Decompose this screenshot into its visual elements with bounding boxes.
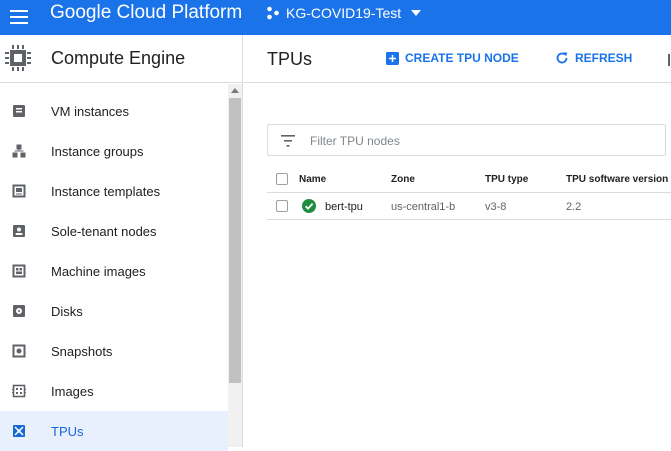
menu-icon[interactable] [7,5,31,29]
sidebar-item-vm-instances[interactable]: VM instances [0,91,228,131]
scrollbar-thumb[interactable] [229,98,241,383]
tpu-zone: us-central1-b [391,201,456,213]
overflow-action-edge[interactable] [668,54,670,66]
filter-bar[interactable] [267,124,666,156]
machine-images-icon [12,264,26,278]
tpus-icon [13,425,25,437]
row-checkbox[interactable] [276,200,288,212]
project-name: KG-COVID19-Test [286,5,402,21]
scroll-up-arrow-icon[interactable] [231,88,239,93]
sidebar-item-label: TPUs [51,424,84,439]
table-header-row: Name Zone TPU type TPU software version [267,166,671,193]
sidebar-item-label: VM instances [51,104,130,119]
sidebar-item-label: Machine images [51,264,146,279]
snapshots-icon [12,344,26,358]
images-icon [12,384,26,398]
sidebar-item-tpus[interactable]: TPUs [0,411,228,451]
refresh-button[interactable]: REFRESH [555,51,632,65]
tpu-type: v3-8 [485,201,507,213]
sole-tenant-nodes-icon [13,225,25,237]
chevron-down-icon [411,10,422,16]
status-running-icon [302,199,316,213]
sidebar-item-sole-tenant-nodes[interactable]: Sole-tenant nodes [0,211,228,251]
instance-groups-icon [12,144,26,158]
disks-icon [13,305,25,317]
add-box-icon [386,51,399,65]
column-header-zone[interactable]: Zone [391,174,415,185]
sidebar-item-label: Instance groups [51,144,144,159]
table-row: bert-tpu us-central1-b v3-8 2.2 [267,193,671,220]
sidebar-item-snapshots[interactable]: Snapshots [0,331,228,371]
tpu-name-link[interactable]: bert-tpu [325,201,363,213]
column-header-tpu-type[interactable]: TPU type [485,174,528,185]
sidebar-item-instance-groups[interactable]: Instance groups [0,131,228,171]
brand-title[interactable]: Google Cloud Platform [50,2,242,24]
refresh-label: REFRESH [575,51,633,65]
compute-engine-icon [5,45,31,71]
create-tpu-node-button[interactable]: CREATE TPU NODE [386,51,519,65]
sidebar-item-machine-images[interactable]: Machine images [0,251,228,291]
project-selector[interactable]: KG-COVID19-Test [266,4,422,22]
page-header: TPUs CREATE TPU NODE REFRESH [244,35,671,83]
column-header-name[interactable]: Name [299,174,326,185]
main-content: TPUs CREATE TPU NODE REFRESH Name Zone T… [244,35,671,447]
sidebar-item-label: Sole-tenant nodes [51,224,157,239]
tpu-table: Name Zone TPU type TPU software version … [267,166,671,220]
tpu-software-version: 2.2 [566,201,582,213]
sidebar-item-images[interactable]: Images [0,371,228,411]
sidebar-item-disks[interactable]: Disks [0,291,228,331]
sidebar-item-label: Images [51,384,94,399]
create-tpu-node-label: CREATE TPU NODE [405,51,519,65]
sidebar-item-instance-templates[interactable]: Instance templates [0,171,228,211]
top-app-bar: Google Cloud Platform KG-COVID19-Test [0,0,671,35]
sidebar-header: Compute Engine [0,35,242,83]
sidebar-item-label: Disks [51,304,83,319]
sidebar-item-label: Snapshots [51,344,113,359]
sidebar-title: Compute Engine [51,48,186,68]
instance-templates-icon [12,184,26,198]
column-header-tpu-software-version[interactable]: TPU software version [566,174,668,185]
project-icon [267,6,279,20]
page-title: TPUs [267,49,312,69]
vm-instances-icon [13,105,25,117]
filter-input[interactable] [310,131,610,151]
sidebar-item-label: Instance templates [51,184,161,199]
sidebar: Compute Engine VM instances Instance gro… [0,35,243,451]
sidebar-nav: VM instances Instance groups Instance te… [0,91,228,451]
sidebar-scrollbar[interactable] [228,84,242,447]
filter-icon [281,135,295,147]
refresh-icon [556,52,568,64]
select-all-checkbox[interactable] [276,173,288,185]
